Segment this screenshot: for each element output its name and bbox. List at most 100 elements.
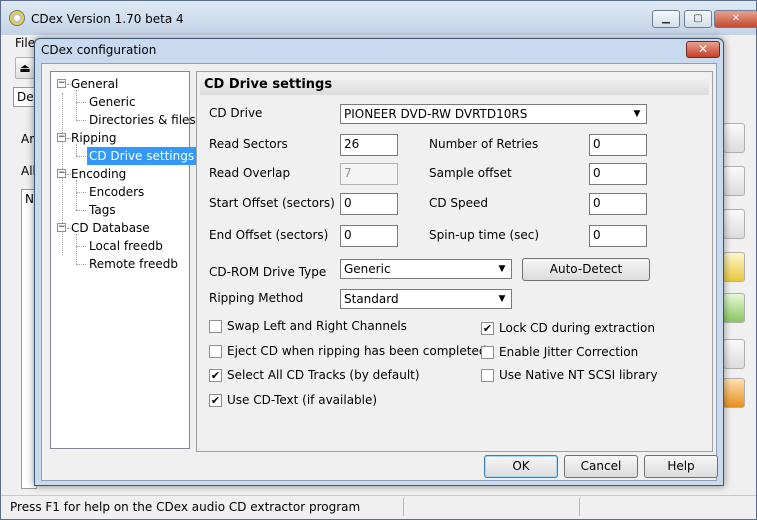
checkbox-label[interactable]: Enable Jitter Correction	[499, 345, 638, 359]
checkbox-unchecked[interactable]	[209, 344, 222, 358]
retries-label: Number of Retries	[429, 137, 539, 151]
end-offset-input[interactable]: 0	[340, 225, 398, 247]
dialog-title: CDex configuration	[41, 43, 157, 57]
cd-icon[interactable]	[723, 339, 745, 369]
main-window-title: CDex Version 1.70 beta 4	[31, 12, 184, 26]
sample-offset-input[interactable]: 0	[589, 163, 647, 185]
chevron-down-icon[interactable]: ▼	[630, 107, 644, 121]
tree-item[interactable]: Remote freedb	[87, 255, 180, 273]
checkbox-unchecked[interactable]	[481, 345, 494, 359]
tree-collapse-icon[interactable]: −	[57, 223, 66, 232]
tree-line	[76, 246, 86, 247]
ripping-method-select[interactable]: Standard ▼	[340, 289, 512, 309]
checkbox-unchecked[interactable]	[481, 369, 494, 382]
tree-row: Tags	[51, 201, 189, 219]
tree-row: − Encoding	[51, 165, 189, 183]
spinup-label: Spin-up time (sec)	[429, 228, 540, 242]
drive-type-select[interactable]: Generic ▼	[340, 259, 512, 279]
checkbox-checked[interactable]: ✔	[209, 393, 222, 407]
checkbox-label[interactable]: Eject CD when ripping has been completed	[227, 344, 486, 358]
tree-row: Remote freedb	[51, 255, 189, 273]
read-overlap-label: Read Overlap	[209, 166, 291, 180]
status-separator	[579, 498, 580, 516]
checkbox-label[interactable]: Use CD-Text (if available)	[227, 393, 377, 407]
tree-item[interactable]: Directories & files	[87, 111, 198, 129]
tree-item[interactable]: Ripping	[69, 129, 118, 147]
maximize-icon[interactable]: ▢	[684, 10, 712, 28]
checkbox-label[interactable]: Swap Left and Right Channels	[227, 319, 407, 333]
tree-item[interactable]: Local freedb	[87, 237, 165, 255]
retries-input[interactable]: 0	[589, 134, 647, 156]
cd-drive-settings-panel: CD Drive settings CD Drive PIONEER DVD-R…	[196, 71, 713, 452]
checkbox-row[interactable]: ✔ Select All CD Tracks (by default)	[209, 368, 489, 384]
dialog-body: − General Generic Directories & files − Rippi…	[41, 63, 718, 481]
tree-row: Generic	[51, 93, 189, 111]
main-title-bar[interactable]: CDex Version 1.70 beta 4 ▁ ▢ ✕	[1, 1, 757, 35]
tree-line	[76, 264, 86, 265]
tree-item[interactable]: CD Database	[69, 219, 152, 237]
checkbox-label[interactable]: Select All CD Tracks (by default)	[227, 368, 420, 382]
checkbox-row[interactable]: Use Native NT SCSI library	[481, 368, 701, 384]
minimize-icon[interactable]: ▁	[652, 10, 680, 28]
end-offset-label: End Offset (sectors)	[209, 228, 329, 242]
tree-row: − General	[51, 75, 189, 93]
play-icon[interactable]	[723, 293, 745, 323]
spinup-input[interactable]: 0	[589, 225, 647, 247]
tree-row: − CD Database	[51, 219, 189, 237]
tree-row: − Ripping	[51, 129, 189, 147]
tree-line	[76, 102, 86, 103]
convert-icon[interactable]	[723, 252, 745, 282]
tree-item[interactable]: Encoding	[69, 165, 128, 183]
start-offset-input[interactable]: 0	[340, 193, 398, 215]
ripping-method-label: Ripping Method	[209, 291, 304, 305]
read-sectors-input[interactable]: 26	[340, 134, 398, 156]
settings-tree[interactable]: − General Generic Directories & files − Rippi…	[50, 71, 197, 449]
checkbox-row[interactable]: ✔ Use CD-Text (if available)	[209, 393, 489, 409]
cd-drive-label: CD Drive	[209, 106, 263, 120]
cancel-button[interactable]: Cancel	[564, 455, 638, 478]
checkbox-label[interactable]: Lock CD during extraction	[499, 321, 655, 335]
checkbox-row[interactable]: Swap Left and Right Channels	[209, 319, 489, 335]
tree-item[interactable]: Generic	[87, 93, 138, 111]
checkbox-row[interactable]: Eject CD when ripping has been completed	[209, 344, 489, 360]
help-button[interactable]: Help	[644, 455, 718, 478]
ok-button[interactable]: OK	[484, 455, 558, 478]
chevron-down-icon[interactable]: ▼	[495, 262, 509, 276]
cd-speed-label: CD Speed	[429, 196, 489, 210]
tree-collapse-icon[interactable]: −	[57, 79, 66, 88]
tree-item[interactable]: Tags	[87, 201, 118, 219]
config-dialog: CDex configuration ✕ − General Generic Dire…	[34, 38, 724, 486]
checkbox-row[interactable]: ✔ Lock CD during extraction	[481, 321, 701, 337]
start-offset-label: Start Offset (sectors)	[209, 196, 335, 210]
extract-mp3-icon[interactable]	[723, 166, 745, 196]
drive-type-value: Generic	[344, 262, 391, 276]
tree-item[interactable]: General	[69, 75, 120, 93]
configure-icon[interactable]	[723, 378, 745, 408]
read-sectors-label: Read Sectors	[209, 137, 288, 151]
auto-detect-button[interactable]: Auto-Detect	[522, 258, 650, 281]
tree-collapse-icon[interactable]: −	[57, 133, 66, 142]
close-icon[interactable]: ✕	[714, 10, 757, 28]
tree-item[interactable]: CD Drive settings	[87, 147, 197, 165]
tree-collapse-icon[interactable]: −	[57, 169, 66, 178]
checkbox-label[interactable]: Use Native NT SCSI library	[499, 368, 658, 382]
tree-line	[76, 192, 86, 193]
app-icon	[9, 10, 25, 26]
tree-item[interactable]: Encoders	[87, 183, 146, 201]
extract-partial-icon[interactable]	[723, 209, 745, 239]
dialog-close-button[interactable]: ✕	[686, 41, 720, 58]
checkbox-checked[interactable]: ✔	[209, 369, 222, 382]
checkbox-unchecked[interactable]	[209, 320, 222, 333]
tree-row: Encoders	[51, 183, 189, 201]
cd-speed-input[interactable]: 0	[589, 193, 647, 215]
eject-icon[interactable]: ⏏	[15, 57, 35, 79]
chevron-down-icon[interactable]: ▼	[495, 292, 509, 306]
status-bar: Press F1 for help on the CDex audio CD e…	[1, 495, 756, 519]
checkbox-checked[interactable]: ✔	[481, 322, 494, 335]
tree-row: Directories & files	[51, 111, 196, 129]
checkbox-row[interactable]: Enable Jitter Correction	[481, 345, 701, 361]
tree-row: CD Drive settings	[51, 147, 197, 165]
extract-wav-icon[interactable]	[723, 123, 745, 153]
menu-file[interactable]: File	[15, 36, 35, 50]
cd-drive-select[interactable]: PIONEER DVD-RW DVRTD10RS ▼	[340, 104, 647, 124]
